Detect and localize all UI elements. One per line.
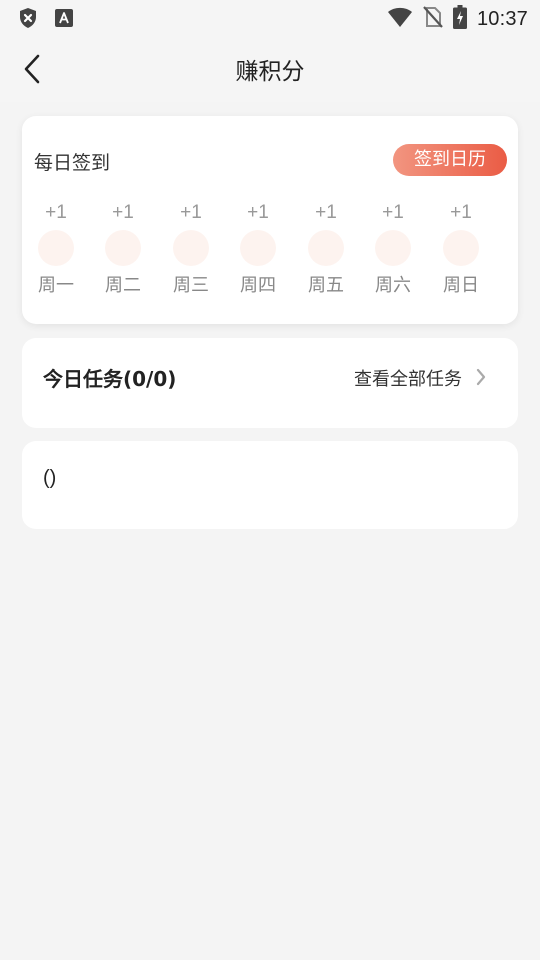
checkin-day-fri[interactable]: +1 周五 — [296, 202, 356, 298]
day-status-dot — [38, 230, 74, 266]
day-points: +1 — [315, 202, 337, 223]
checkin-title: 每日签到 — [34, 152, 111, 174]
day-name: 周二 — [105, 275, 141, 296]
day-name: 周一 — [38, 275, 74, 296]
no-sim-icon — [423, 6, 443, 32]
page-title: 赚积分 — [235, 59, 305, 85]
today-tasks-title: 今日任务(0/0) — [43, 367, 177, 391]
day-name: 周三 — [173, 275, 209, 296]
shield-x-icon — [18, 7, 38, 33]
battery-charging-icon — [452, 5, 467, 33]
day-status-dot — [173, 230, 209, 266]
day-name: 周日 — [443, 275, 479, 296]
day-name: 周六 — [375, 275, 411, 296]
day-status-dot — [375, 230, 411, 266]
checkin-days: +1 周一 +1 周二 +1 周三 +1 周四 +1 周五 +1 周六 +1 周… — [22, 202, 518, 302]
task-list-empty-text: () — [43, 467, 57, 489]
day-points: +1 — [112, 202, 134, 223]
nav-bar: 赚积分 — [0, 36, 540, 102]
checkin-day-sun[interactable]: +1 周日 — [431, 202, 491, 298]
day-name: 周五 — [308, 275, 344, 296]
status-time: 10:37 — [476, 7, 528, 30]
status-bar: 10:37 — [0, 0, 540, 36]
day-points: +1 — [450, 202, 472, 223]
checkin-day-thu[interactable]: +1 周四 — [228, 202, 288, 298]
chevron-right-icon[interactable] — [474, 366, 488, 388]
daily-checkin-card: 每日签到 签到日历 +1 周一 +1 周二 +1 周三 +1 周四 +1 周五 — [22, 116, 518, 324]
day-status-dot — [105, 230, 141, 266]
checkin-day-mon[interactable]: +1 周一 — [26, 202, 86, 298]
day-points: +1 — [382, 202, 404, 223]
view-all-tasks-link[interactable]: 查看全部任务 — [354, 365, 462, 391]
day-status-dot — [443, 230, 479, 266]
day-points: +1 — [180, 202, 202, 223]
checkin-day-wed[interactable]: +1 周三 — [161, 202, 221, 298]
day-points: +1 — [45, 202, 67, 223]
day-points: +1 — [247, 202, 269, 223]
day-status-dot — [240, 230, 276, 266]
wifi-icon — [387, 6, 413, 32]
checkin-day-tue[interactable]: +1 周二 — [93, 202, 153, 298]
day-status-dot — [308, 230, 344, 266]
checkin-day-sat[interactable]: +1 周六 — [363, 202, 423, 298]
checkin-calendar-button[interactable]: 签到日历 — [393, 144, 507, 176]
day-name: 周四 — [240, 275, 276, 296]
text-a-icon — [54, 8, 74, 32]
task-list-card: () — [22, 441, 518, 529]
today-tasks-card: 今日任务(0/0) 查看全部任务 — [22, 338, 518, 428]
